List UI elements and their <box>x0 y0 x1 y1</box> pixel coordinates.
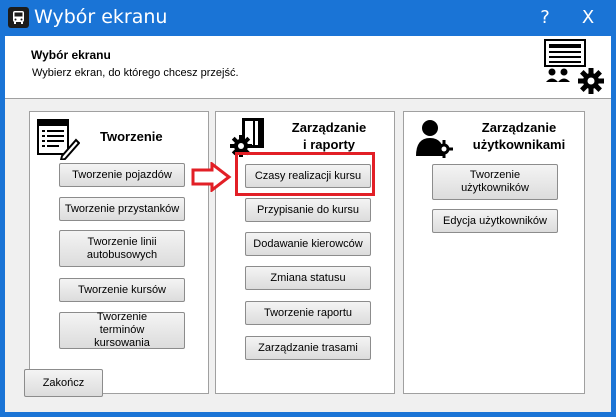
client-area: Wybór ekranu Wybierz ekran, do którego c… <box>5 36 611 412</box>
create-courses-button[interactable]: Tworzenie kursów <box>59 278 185 302</box>
change-status-button[interactable]: Zmiana statusu <box>245 266 371 290</box>
window: Wybór ekranu ? X Wybór ekranu Wybierz ek… <box>0 0 616 417</box>
help-button[interactable]: ? <box>528 3 562 33</box>
bus-icon <box>8 7 29 28</box>
create-course-schedules-button[interactable]: Tworzenie terminów kursowania <box>59 311 185 349</box>
title-bar: Wybór ekranu ? X <box>0 0 616 36</box>
header-title: Wybór ekranu <box>31 48 111 62</box>
panel-users-title-line1: Zarządzanie <box>481 120 557 135</box>
close-button[interactable]: X <box>568 3 608 33</box>
exit-button[interactable]: Zakończ <box>24 369 103 397</box>
create-report-button[interactable]: Tworzenie raportu <box>245 301 371 325</box>
user-gear-icon <box>416 120 453 158</box>
course-assignment-button[interactable]: Przypisanie do kursu <box>245 198 371 222</box>
create-vehicles-button[interactable]: Tworzenie pojazdów <box>59 163 185 187</box>
panel-creation-title: Tworzenie <box>100 129 163 144</box>
header-subtitle: Wybierz ekran, do którego chcesz przejść… <box>32 67 239 79</box>
panel-reports-title-line2: i raporty <box>302 137 355 152</box>
create-bus-lines-button[interactable]: Tworzenie linii autobusowych <box>59 230 185 267</box>
highlight-frame <box>235 152 375 196</box>
panel-reports-title-line1: Zarządzanie <box>291 120 367 135</box>
screen-users-gear-icon <box>544 39 604 94</box>
window-border <box>611 36 616 417</box>
document-pencil-icon <box>37 119 80 160</box>
edit-users-button[interactable]: Edycja użytkowników <box>432 209 558 233</box>
add-drivers-button[interactable]: Dodawanie kierowców <box>245 232 371 256</box>
create-users-button[interactable]: Tworzenie użytkowników <box>432 164 558 200</box>
panel-users: Zarządzanie użytkownikami Tworzenie użyt… <box>403 111 585 394</box>
manage-routes-button[interactable]: Zarządzanie trasami <box>245 336 371 360</box>
window-title: Wybór ekranu <box>34 6 168 28</box>
right-arrow-icon <box>191 162 232 192</box>
panel-users-title-line2: użytkownikami <box>472 137 566 152</box>
header: Wybór ekranu Wybierz ekran, do którego c… <box>5 36 611 99</box>
panel-creation: Tworzenie Tworzenie pojazdów Tworzenie p… <box>29 111 209 394</box>
create-stops-button[interactable]: Tworzenie przystanków <box>59 197 185 221</box>
